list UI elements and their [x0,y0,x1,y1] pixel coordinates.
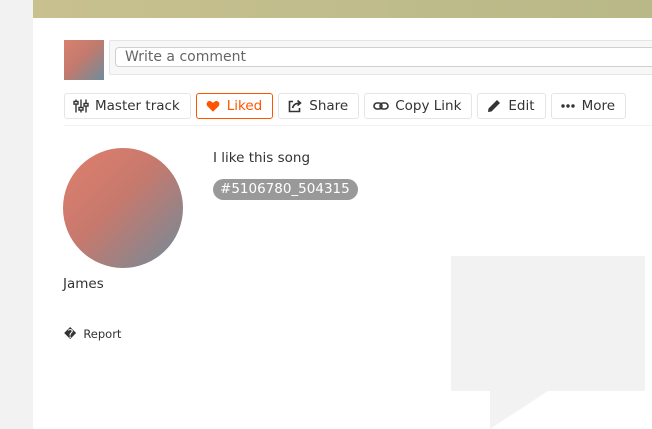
edit-button[interactable]: Edit [477,93,546,119]
comment-input[interactable] [115,47,652,67]
divider [64,125,652,126]
copy-link-label: Copy Link [395,98,462,114]
flag-icon: � [64,327,77,341]
pencil-icon [486,98,502,114]
user-avatar[interactable] [63,148,183,268]
master-track-label: Master track [95,98,180,114]
placeholder-card-tail [490,391,548,429]
copy-link-button[interactable]: Copy Link [364,93,473,119]
link-icon [373,98,390,114]
sliders-icon [73,98,89,114]
more-button[interactable]: More [550,93,627,119]
share-label: Share [309,98,349,114]
page: Master track Liked Share [33,0,652,429]
master-track-button[interactable]: Master track [64,93,191,119]
tag-label: 5106780_504315 [231,181,350,197]
liked-label: Liked [226,98,263,114]
hashtag-badge[interactable]: #5106780_504315 [213,179,358,200]
report-label: Report [83,327,122,341]
edit-label: Edit [508,98,535,114]
header-banner [33,0,652,18]
share-button[interactable]: Share [278,93,360,119]
track-description: I like this song [213,150,311,166]
heart-icon [205,98,221,114]
hash-icon: # [220,181,232,197]
placeholder-card [451,256,645,391]
comment-avatar [64,40,104,80]
more-label: More [581,98,616,114]
user-name[interactable]: James [63,276,104,292]
report-link[interactable]: � Report [64,327,121,341]
share-icon [287,98,303,114]
action-bar: Master track Liked Share Copy Link Edit … [64,93,627,119]
ellipsis-icon [560,98,576,114]
comment-form [109,40,652,75]
liked-button[interactable]: Liked [195,93,274,119]
